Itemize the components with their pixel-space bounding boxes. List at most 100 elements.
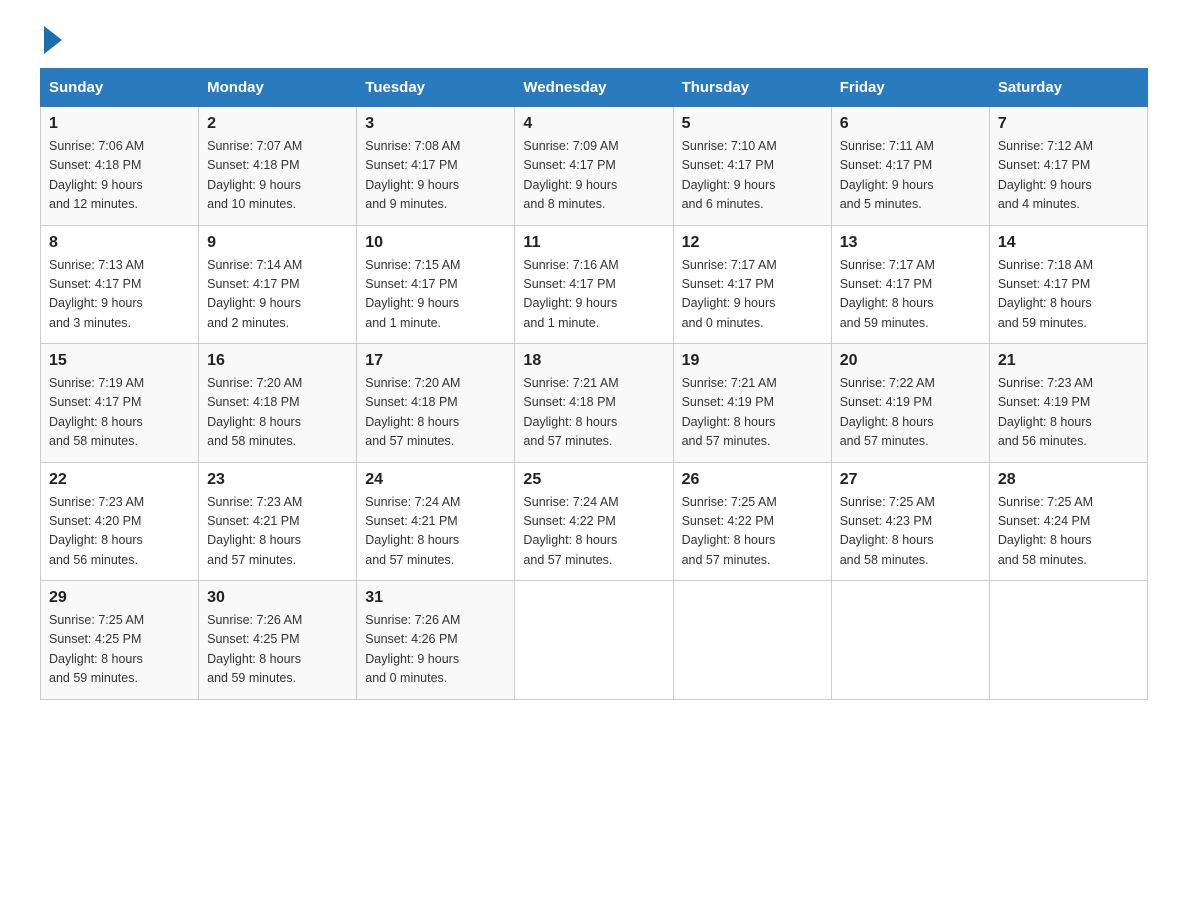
day-info: Sunrise: 7:07 AMSunset: 4:18 PMDaylight:… [207,137,348,215]
calendar-cell: 23 Sunrise: 7:23 AMSunset: 4:21 PMDaylig… [199,462,357,581]
day-number: 4 [523,115,664,133]
weekday-header-friday: Friday [831,69,989,107]
day-number: 5 [682,115,823,133]
day-number: 16 [207,352,348,370]
day-info: Sunrise: 7:24 AMSunset: 4:21 PMDaylight:… [365,493,506,571]
day-info: Sunrise: 7:10 AMSunset: 4:17 PMDaylight:… [682,137,823,215]
calendar-cell: 19 Sunrise: 7:21 AMSunset: 4:19 PMDaylig… [673,344,831,463]
weekday-header-row: SundayMondayTuesdayWednesdayThursdayFrid… [41,69,1148,107]
day-info: Sunrise: 7:15 AMSunset: 4:17 PMDaylight:… [365,256,506,334]
day-info: Sunrise: 7:22 AMSunset: 4:19 PMDaylight:… [840,374,981,452]
day-info: Sunrise: 7:08 AMSunset: 4:17 PMDaylight:… [365,137,506,215]
day-number: 7 [998,115,1139,133]
calendar-cell: 25 Sunrise: 7:24 AMSunset: 4:22 PMDaylig… [515,462,673,581]
day-info: Sunrise: 7:23 AMSunset: 4:21 PMDaylight:… [207,493,348,571]
calendar-cell: 1 Sunrise: 7:06 AMSunset: 4:18 PMDayligh… [41,107,199,226]
day-info: Sunrise: 7:17 AMSunset: 4:17 PMDaylight:… [682,256,823,334]
day-number: 10 [365,234,506,252]
day-number: 23 [207,471,348,489]
calendar-cell: 31 Sunrise: 7:26 AMSunset: 4:26 PMDaylig… [357,581,515,700]
calendar-cell: 29 Sunrise: 7:25 AMSunset: 4:25 PMDaylig… [41,581,199,700]
day-number: 2 [207,115,348,133]
calendar-cell [831,581,989,700]
header [40,30,1148,48]
calendar-cell: 4 Sunrise: 7:09 AMSunset: 4:17 PMDayligh… [515,107,673,226]
calendar-week-row: 1 Sunrise: 7:06 AMSunset: 4:18 PMDayligh… [41,107,1148,226]
day-info: Sunrise: 7:25 AMSunset: 4:24 PMDaylight:… [998,493,1139,571]
calendar-cell: 27 Sunrise: 7:25 AMSunset: 4:23 PMDaylig… [831,462,989,581]
weekday-header-sunday: Sunday [41,69,199,107]
calendar-week-row: 22 Sunrise: 7:23 AMSunset: 4:20 PMDaylig… [41,462,1148,581]
calendar-week-row: 8 Sunrise: 7:13 AMSunset: 4:17 PMDayligh… [41,225,1148,344]
day-info: Sunrise: 7:23 AMSunset: 4:20 PMDaylight:… [49,493,190,571]
day-number: 24 [365,471,506,489]
day-number: 13 [840,234,981,252]
calendar-cell: 10 Sunrise: 7:15 AMSunset: 4:17 PMDaylig… [357,225,515,344]
day-info: Sunrise: 7:20 AMSunset: 4:18 PMDaylight:… [365,374,506,452]
day-number: 21 [998,352,1139,370]
day-info: Sunrise: 7:25 AMSunset: 4:23 PMDaylight:… [840,493,981,571]
weekday-header-tuesday: Tuesday [357,69,515,107]
calendar-cell: 21 Sunrise: 7:23 AMSunset: 4:19 PMDaylig… [989,344,1147,463]
calendar-week-row: 15 Sunrise: 7:19 AMSunset: 4:17 PMDaylig… [41,344,1148,463]
day-number: 25 [523,471,664,489]
calendar-cell: 2 Sunrise: 7:07 AMSunset: 4:18 PMDayligh… [199,107,357,226]
day-info: Sunrise: 7:18 AMSunset: 4:17 PMDaylight:… [998,256,1139,334]
day-number: 22 [49,471,190,489]
day-number: 1 [49,115,190,133]
day-number: 9 [207,234,348,252]
calendar-cell: 28 Sunrise: 7:25 AMSunset: 4:24 PMDaylig… [989,462,1147,581]
logo-arrow-icon [44,26,62,54]
day-info: Sunrise: 7:26 AMSunset: 4:26 PMDaylight:… [365,611,506,689]
day-number: 20 [840,352,981,370]
calendar-cell: 8 Sunrise: 7:13 AMSunset: 4:17 PMDayligh… [41,225,199,344]
day-info: Sunrise: 7:21 AMSunset: 4:18 PMDaylight:… [523,374,664,452]
day-info: Sunrise: 7:26 AMSunset: 4:25 PMDaylight:… [207,611,348,689]
calendar-cell: 15 Sunrise: 7:19 AMSunset: 4:17 PMDaylig… [41,344,199,463]
day-number: 3 [365,115,506,133]
day-info: Sunrise: 7:17 AMSunset: 4:17 PMDaylight:… [840,256,981,334]
calendar-cell: 5 Sunrise: 7:10 AMSunset: 4:17 PMDayligh… [673,107,831,226]
day-info: Sunrise: 7:20 AMSunset: 4:18 PMDaylight:… [207,374,348,452]
day-number: 15 [49,352,190,370]
day-info: Sunrise: 7:14 AMSunset: 4:17 PMDaylight:… [207,256,348,334]
calendar-cell: 30 Sunrise: 7:26 AMSunset: 4:25 PMDaylig… [199,581,357,700]
calendar-cell: 18 Sunrise: 7:21 AMSunset: 4:18 PMDaylig… [515,344,673,463]
calendar-table: SundayMondayTuesdayWednesdayThursdayFrid… [40,68,1148,700]
calendar-cell: 9 Sunrise: 7:14 AMSunset: 4:17 PMDayligh… [199,225,357,344]
calendar-cell: 6 Sunrise: 7:11 AMSunset: 4:17 PMDayligh… [831,107,989,226]
day-info: Sunrise: 7:24 AMSunset: 4:22 PMDaylight:… [523,493,664,571]
calendar-cell: 20 Sunrise: 7:22 AMSunset: 4:19 PMDaylig… [831,344,989,463]
day-number: 18 [523,352,664,370]
calendar-cell [989,581,1147,700]
day-number: 11 [523,234,664,252]
day-number: 17 [365,352,506,370]
weekday-header-saturday: Saturday [989,69,1147,107]
day-info: Sunrise: 7:25 AMSunset: 4:25 PMDaylight:… [49,611,190,689]
day-number: 14 [998,234,1139,252]
calendar-cell: 14 Sunrise: 7:18 AMSunset: 4:17 PMDaylig… [989,225,1147,344]
day-info: Sunrise: 7:19 AMSunset: 4:17 PMDaylight:… [49,374,190,452]
calendar-cell: 7 Sunrise: 7:12 AMSunset: 4:17 PMDayligh… [989,107,1147,226]
day-number: 26 [682,471,823,489]
calendar-cell: 26 Sunrise: 7:25 AMSunset: 4:22 PMDaylig… [673,462,831,581]
calendar-week-row: 29 Sunrise: 7:25 AMSunset: 4:25 PMDaylig… [41,581,1148,700]
day-number: 28 [998,471,1139,489]
calendar-cell: 17 Sunrise: 7:20 AMSunset: 4:18 PMDaylig… [357,344,515,463]
calendar-cell: 13 Sunrise: 7:17 AMSunset: 4:17 PMDaylig… [831,225,989,344]
day-info: Sunrise: 7:25 AMSunset: 4:22 PMDaylight:… [682,493,823,571]
weekday-header-thursday: Thursday [673,69,831,107]
day-number: 12 [682,234,823,252]
weekday-header-wednesday: Wednesday [515,69,673,107]
day-number: 31 [365,589,506,607]
calendar-cell: 12 Sunrise: 7:17 AMSunset: 4:17 PMDaylig… [673,225,831,344]
day-number: 6 [840,115,981,133]
day-number: 27 [840,471,981,489]
day-number: 29 [49,589,190,607]
calendar-cell [515,581,673,700]
day-info: Sunrise: 7:11 AMSunset: 4:17 PMDaylight:… [840,137,981,215]
day-info: Sunrise: 7:06 AMSunset: 4:18 PMDaylight:… [49,137,190,215]
day-info: Sunrise: 7:21 AMSunset: 4:19 PMDaylight:… [682,374,823,452]
day-info: Sunrise: 7:16 AMSunset: 4:17 PMDaylight:… [523,256,664,334]
calendar-cell: 24 Sunrise: 7:24 AMSunset: 4:21 PMDaylig… [357,462,515,581]
